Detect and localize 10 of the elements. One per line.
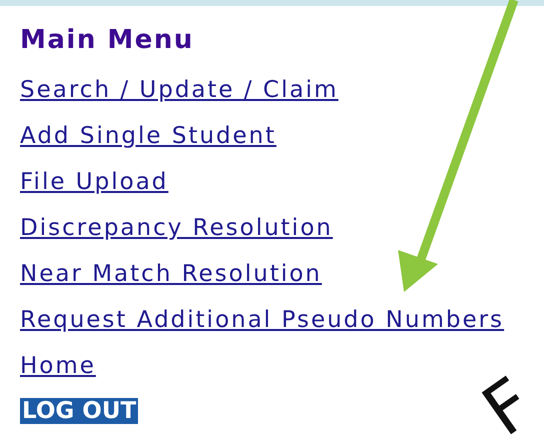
menu-link[interactable]: Home — [20, 352, 96, 380]
menu-title: Main Menu — [20, 24, 194, 56]
menu-link[interactable]: Discrepancy Resolution — [20, 214, 333, 242]
menu-link[interactable]: File Upload — [20, 168, 168, 196]
logout-button[interactable]: LOG OUT — [20, 398, 138, 424]
menu-link[interactable]: Request Additional Pseudo Numbers — [20, 306, 504, 334]
menu-link[interactable]: Search / Update / Claim — [20, 76, 338, 104]
menu-link[interactable]: Near Match Resolution — [20, 260, 322, 288]
menu-link[interactable]: Add Single Student — [20, 122, 276, 150]
handwritten-letter: F — [472, 366, 544, 444]
